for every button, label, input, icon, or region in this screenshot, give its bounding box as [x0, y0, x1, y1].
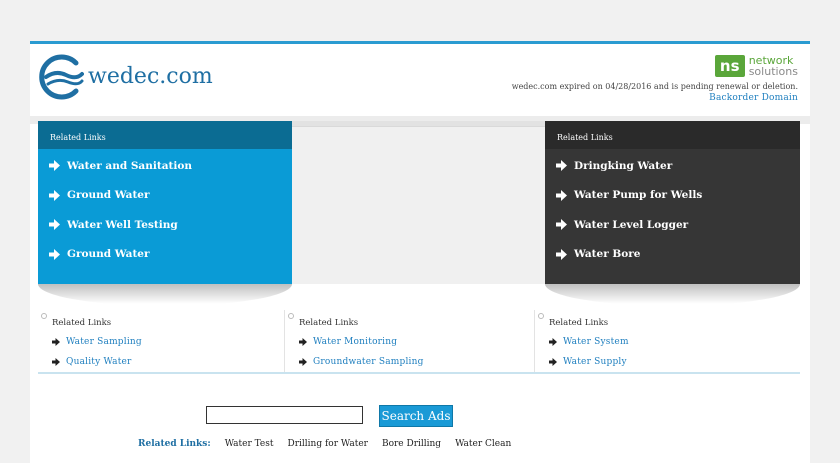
small-arrow-icon	[52, 338, 60, 346]
small-arrow-icon	[549, 338, 557, 346]
list-item[interactable]: Dringking Water	[545, 151, 800, 181]
circle-bullet-icon	[288, 313, 294, 319]
middle-panel	[292, 121, 545, 284]
related-link[interactable]: Water and Sanitation	[67, 160, 192, 172]
arrow-right-icon	[49, 189, 60, 201]
related-link[interactable]: Dringking Water	[574, 160, 672, 172]
list-item[interactable]: Water and Sanitation	[38, 151, 292, 181]
list-item[interactable]: Water Bore	[545, 240, 800, 270]
small-arrow-icon	[299, 338, 307, 346]
network-solutions-logo[interactable]: ns network solutions	[714, 54, 798, 78]
related-column: Related Links Water System Water Supply	[534, 310, 801, 372]
list-item[interactable]: Ground Water	[38, 240, 292, 270]
list-item[interactable]: Quality Water	[52, 352, 142, 372]
arrow-right-icon	[49, 160, 60, 172]
related-links-box-right: Related Links Dringking Water Water Pump…	[545, 121, 800, 284]
list-item[interactable]: Ground Water	[38, 181, 292, 211]
search-input[interactable]	[206, 406, 363, 424]
lower-related-links: Related Links Water Sampling Quality Wat…	[38, 310, 800, 374]
bottom-link[interactable]: Water Clean	[455, 439, 511, 449]
related-link[interactable]: Water Sampling	[66, 337, 142, 347]
related-link[interactable]: Water Bore	[574, 248, 641, 260]
list-item[interactable]: Water Sampling	[52, 332, 142, 352]
arrow-right-icon	[556, 219, 567, 231]
related-column: Related Links Water Monitoring Groundwat…	[284, 310, 535, 372]
list-item[interactable]: Water Well Testing	[38, 210, 292, 240]
related-link[interactable]: Water Pump for Wells	[574, 189, 702, 201]
arrow-right-icon	[556, 248, 567, 260]
arrow-right-icon	[556, 160, 567, 172]
related-link[interactable]: Ground Water	[67, 248, 150, 260]
backorder-domain-link[interactable]: Backorder Domain	[709, 93, 798, 103]
related-link[interactable]: Water Level Logger	[574, 219, 688, 231]
list-item[interactable]: Water System	[549, 332, 629, 352]
related-link[interactable]: Groundwater Sampling	[313, 357, 424, 367]
bottom-related-links: Related Links: Water Test Drilling for W…	[138, 439, 525, 449]
column-heading: Related Links	[549, 318, 609, 328]
small-arrow-icon	[52, 358, 60, 366]
list-item[interactable]: Groundwater Sampling	[299, 352, 424, 372]
box-heading: Related Links	[545, 121, 800, 149]
related-link[interactable]: Water System	[563, 337, 629, 347]
related-link[interactable]: Water Monitoring	[313, 337, 397, 347]
small-arrow-icon	[299, 358, 307, 366]
related-link[interactable]: Ground Water	[67, 189, 150, 201]
related-links-box-left: Related Links Water and Sanitation Groun…	[38, 121, 292, 284]
related-link[interactable]: Water Supply	[563, 357, 627, 367]
bottom-link[interactable]: Drilling for Water	[288, 439, 368, 449]
column-heading: Related Links	[52, 318, 112, 328]
related-link[interactable]: Quality Water	[66, 357, 132, 367]
expired-notice: wedec.com expired on 04/28/2016 and is p…	[511, 82, 798, 91]
list-item[interactable]: Water Monitoring	[299, 332, 424, 352]
bottom-link[interactable]: Water Test	[225, 439, 274, 449]
box-heading: Related Links	[38, 121, 292, 149]
list-item[interactable]: Water Level Logger	[545, 210, 800, 240]
list-item[interactable]: Water Pump for Wells	[545, 181, 800, 211]
bottom-link[interactable]: Bore Drilling	[382, 439, 441, 449]
arrow-right-icon	[49, 219, 60, 231]
small-arrow-icon	[549, 358, 557, 366]
arrow-right-icon	[49, 248, 60, 260]
bottom-links-label: Related Links:	[138, 439, 211, 449]
list-item[interactable]: Water Supply	[549, 352, 629, 372]
arrow-right-icon	[556, 189, 567, 201]
circle-bullet-icon	[538, 313, 544, 319]
circle-bullet-icon	[41, 313, 47, 319]
related-link[interactable]: Water Well Testing	[67, 219, 178, 231]
ns-logo-line2: solutions	[748, 65, 798, 78]
wedec-logo-icon	[39, 54, 84, 100]
related-column: Related Links Water Sampling Quality Wat…	[38, 310, 284, 372]
search-ads-button[interactable]: Search Ads	[379, 405, 453, 427]
page-container: wedec.com ns network solutions wedec.com…	[30, 41, 810, 463]
column-heading: Related Links	[299, 318, 359, 328]
box-shadow	[38, 284, 292, 306]
site-name: wedec.com	[88, 64, 213, 89]
ns-logo-mark: ns	[714, 55, 745, 77]
box-shadow	[545, 284, 800, 306]
